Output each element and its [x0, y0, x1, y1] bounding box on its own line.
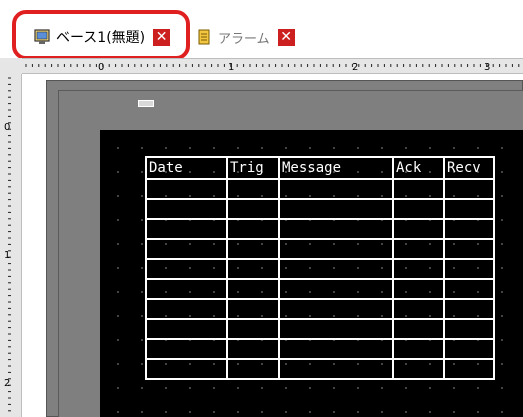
column-header-ack: Ack [392, 156, 445, 180]
table-cell [443, 178, 495, 200]
table-cell [443, 298, 495, 320]
table-cell [443, 358, 495, 380]
table-cell [392, 358, 445, 380]
table-cell [392, 258, 445, 280]
alarm-icon [198, 29, 210, 45]
table-row[interactable] [145, 178, 495, 200]
highlight-circle [12, 10, 190, 60]
ruler-label: 1 [4, 250, 10, 261]
table-cell [145, 318, 228, 340]
ruler-ticks: 0 1 2 [4, 77, 11, 412]
close-icon[interactable]: ✕ [277, 28, 295, 46]
ruler-label: 1 [228, 62, 234, 73]
table-cell [443, 238, 495, 260]
table-row[interactable] [145, 278, 495, 300]
table-cell [226, 178, 280, 200]
table-cell [443, 218, 495, 240]
table-cell [392, 278, 445, 300]
ruler-label: 2 [4, 378, 10, 389]
table-cell [145, 258, 228, 280]
table-row[interactable] [145, 218, 495, 240]
table-cell [278, 258, 394, 280]
table-cell [226, 258, 280, 280]
table-cell [392, 298, 445, 320]
table-cell [226, 338, 280, 360]
ruler-label: 3 [484, 62, 490, 73]
table-cell [278, 238, 394, 260]
alarm-table[interactable]: Date Trig Message Ack Recv [145, 156, 495, 380]
table-row[interactable] [145, 358, 495, 380]
table-cell [392, 218, 445, 240]
table-cell [392, 178, 445, 200]
column-header-message: Message [278, 156, 394, 180]
table-cell [145, 278, 228, 300]
table-cell [392, 198, 445, 220]
table-row[interactable] [145, 298, 495, 320]
table-row[interactable] [145, 258, 495, 280]
tab-label: アラーム [218, 31, 270, 47]
vertical-ruler[interactable]: 0 1 2 [0, 74, 22, 417]
table-cell [392, 338, 445, 360]
table-cell [145, 238, 228, 260]
table-cell [226, 198, 280, 220]
table-cell [226, 358, 280, 380]
table-row[interactable] [145, 318, 495, 340]
table-cell [278, 218, 394, 240]
table-row[interactable] [145, 238, 495, 260]
table-cell [443, 278, 495, 300]
table-header-row: Date Trig Message Ack Recv [145, 156, 495, 180]
table-cell [145, 358, 228, 380]
table-cell [443, 318, 495, 340]
tab-alarm[interactable]: アラーム ✕ [190, 22, 330, 52]
table-cell [443, 338, 495, 360]
ruler-label: 0 [4, 122, 10, 133]
ruler-corner [0, 58, 22, 74]
table-cell [278, 278, 394, 300]
ruler-label: 2 [352, 62, 358, 73]
table-cell [278, 198, 394, 220]
tab-bar: ベース1(無題) ✕ アラーム ✕ [0, 0, 523, 60]
table-cell [278, 298, 394, 320]
table-row[interactable] [145, 338, 495, 360]
table-cell [392, 238, 445, 260]
column-header-trig: Trig [226, 156, 280, 180]
table-cell [278, 178, 394, 200]
table-cell [145, 178, 228, 200]
column-header-date: Date [145, 156, 228, 180]
table-cell [145, 298, 228, 320]
table-cell [145, 218, 228, 240]
table-cell [443, 258, 495, 280]
table-cell [145, 198, 228, 220]
table-cell [145, 338, 228, 360]
table-row[interactable] [145, 198, 495, 220]
table-cell [443, 198, 495, 220]
horizontal-ruler[interactable]: 0 1 2 3 [22, 58, 523, 74]
ruler-ticks: 0 1 2 3 [25, 62, 520, 73]
table-cell [226, 278, 280, 300]
table-cell [226, 298, 280, 320]
table-cell [278, 338, 394, 360]
table-cell [278, 318, 394, 340]
table-cell [226, 218, 280, 240]
column-header-recv: Recv [443, 156, 495, 180]
object-handle[interactable] [138, 100, 154, 107]
table-cell [392, 318, 445, 340]
table-cell [226, 318, 280, 340]
table-cell [226, 238, 280, 260]
table-cell [278, 358, 394, 380]
ruler-label: 0 [98, 62, 104, 73]
